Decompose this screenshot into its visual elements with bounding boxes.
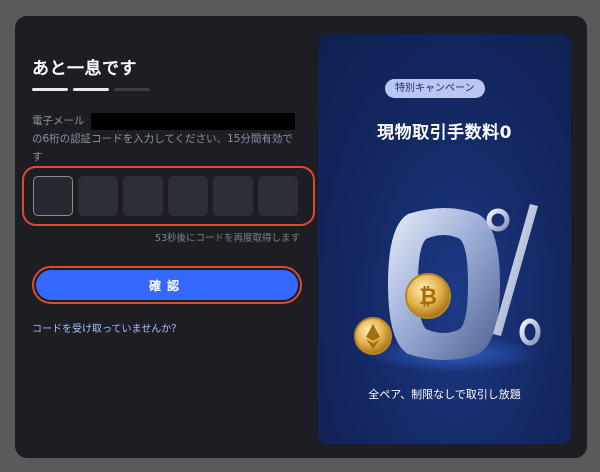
confirm-button[interactable]: 確認 xyxy=(36,270,298,300)
percent-top-circle xyxy=(486,208,510,232)
code-not-received-link[interactable]: コードを受け取っていませんか？ xyxy=(32,320,181,335)
code-digit-5[interactable] xyxy=(213,176,253,216)
bitcoin-symbol: ₿ xyxy=(419,285,437,310)
percent-slash xyxy=(493,204,538,336)
email-label: 電子メール xyxy=(32,115,85,127)
code-digit-3[interactable] xyxy=(123,176,163,216)
code-digit-2[interactable] xyxy=(78,176,118,216)
progress-step-2 xyxy=(73,88,109,91)
redacted-email xyxy=(90,112,295,130)
code-digit-1[interactable] xyxy=(33,176,73,216)
promo-panel: 特別キャンペーン 現物取引手数料0 ₿ 全ペア、制限なしで取引し放題 xyxy=(318,34,571,444)
modal-title: あと一息です xyxy=(32,59,137,79)
promo-title: 現物取引手数料0 xyxy=(377,123,512,143)
promo-badge: 特別キャンペーン xyxy=(385,79,485,98)
percent-bottom-circle xyxy=(519,318,541,346)
confirm-button-highlight: 確認 xyxy=(32,266,302,304)
code-input-group xyxy=(33,176,298,216)
promo-footer-text: 全ペア、制限なしで取引し放題 xyxy=(368,388,521,401)
instruction-description: の6桁の認証コードを入力してください、15分間有効です xyxy=(32,133,293,163)
zero-percent-illustration: ₿ xyxy=(354,204,543,372)
code-digit-4[interactable] xyxy=(168,176,208,216)
progress-step-1 xyxy=(32,88,68,91)
step-progress xyxy=(32,88,150,91)
progress-step-3 xyxy=(114,88,150,91)
resend-countdown: 53秒後にコードを再度取得します xyxy=(154,233,300,244)
code-digit-6[interactable] xyxy=(258,176,298,216)
instruction-text: 電子メール の6桁の認証コードを入力してください、15分間有効です xyxy=(32,112,300,166)
